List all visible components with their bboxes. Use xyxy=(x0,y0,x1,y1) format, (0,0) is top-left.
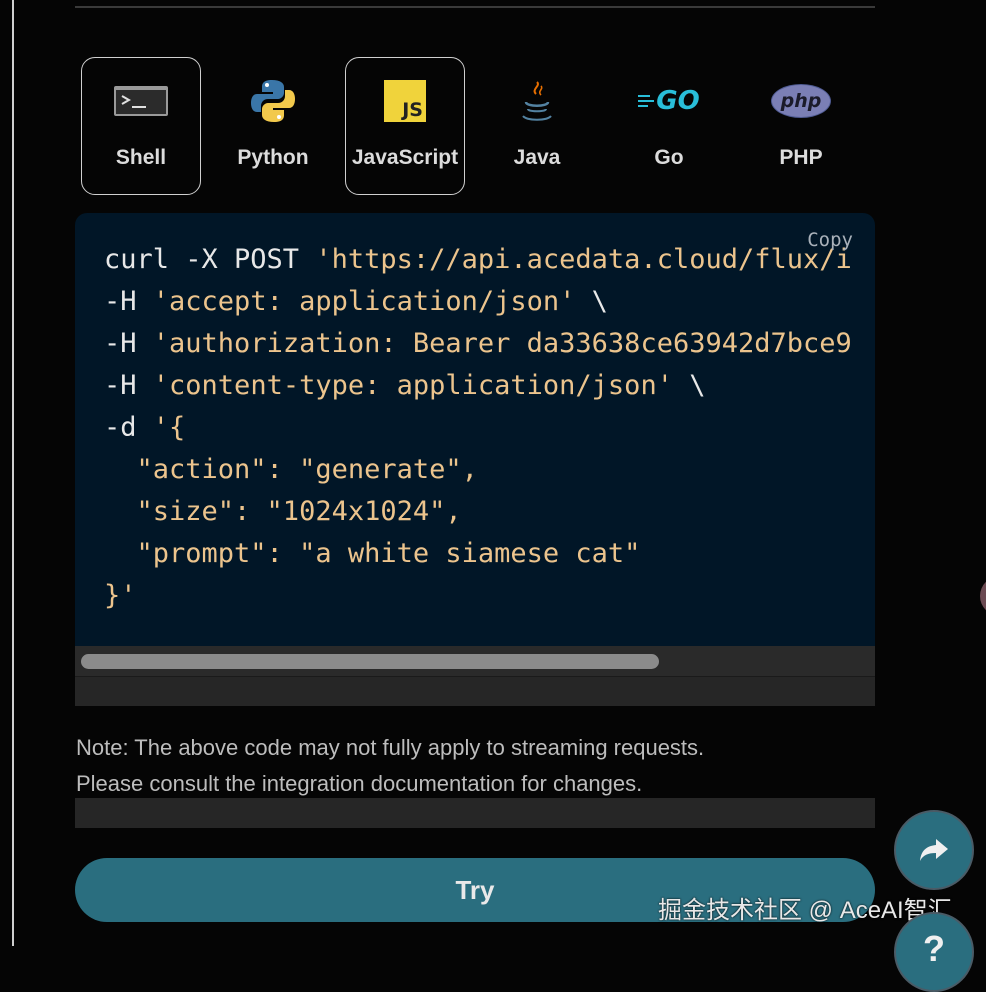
code-block: curl -X POST 'https://api.acedata.cloud/… xyxy=(75,213,875,646)
code-line: -H 'content-type: application/json' \ xyxy=(104,370,706,401)
tab-javascript[interactable]: JS JavaScript xyxy=(345,57,465,195)
language-tabs: Shell Python JS JavaScript Java GO Go ph… xyxy=(81,57,881,195)
python-icon xyxy=(214,76,332,126)
note-line-2: Please consult the integration documenta… xyxy=(76,771,643,796)
code-line: curl -X POST 'https://api.acedata.cloud/… xyxy=(104,244,852,275)
side-avatar[interactable] xyxy=(980,576,986,616)
php-icon: php xyxy=(742,76,860,126)
streaming-note: Note: The above code may not fully apply… xyxy=(76,730,876,802)
left-border xyxy=(12,0,14,946)
try-button-label: Try xyxy=(455,874,495,905)
tab-java-label: Java xyxy=(513,146,561,169)
tab-python-label: Python xyxy=(237,146,309,169)
javascript-icon: JS xyxy=(346,76,464,126)
share-icon xyxy=(920,839,948,861)
code-content: curl -X POST 'https://api.acedata.cloud/… xyxy=(104,239,852,617)
top-divider xyxy=(75,6,875,8)
share-button[interactable] xyxy=(894,810,974,890)
code-line: "prompt": "a white siamese cat" xyxy=(104,538,641,569)
tab-python[interactable]: Python xyxy=(213,57,333,195)
code-line: "size": "1024x1024", xyxy=(104,496,462,527)
code-line: "action": "generate", xyxy=(104,454,478,485)
horizontal-scrollbar[interactable] xyxy=(75,646,875,676)
code-footer-bar xyxy=(75,676,875,706)
code-line: -H 'authorization: Bearer da33638ce63942… xyxy=(104,328,852,359)
tab-php[interactable]: php PHP xyxy=(741,57,861,195)
help-icon: ? xyxy=(923,928,945,969)
tab-php-label: PHP xyxy=(779,146,823,169)
tab-java[interactable]: Java xyxy=(477,57,597,195)
code-line: -H 'accept: application/json' \ xyxy=(104,286,608,317)
tab-javascript-label: JavaScript xyxy=(351,146,459,169)
javascript-icon-text: JS xyxy=(402,99,423,121)
tab-shell-label: Shell xyxy=(115,146,167,169)
code-line: }' xyxy=(104,580,137,611)
tab-go[interactable]: GO Go xyxy=(609,57,729,195)
help-button[interactable]: ? xyxy=(894,912,974,992)
code-line: -d '{ xyxy=(104,412,186,443)
php-icon-text: php xyxy=(780,90,822,112)
java-icon xyxy=(478,76,596,126)
scrollbar-thumb[interactable] xyxy=(81,654,659,669)
go-icon-text: GO xyxy=(656,86,700,116)
note-line-1: Note: The above code may not fully apply… xyxy=(76,735,705,760)
watermark: 掘金技术社区 @ AceAI智汇 xyxy=(658,897,952,924)
note-bar xyxy=(75,798,875,828)
terminal-icon xyxy=(82,76,200,126)
copy-button[interactable]: Copy xyxy=(807,229,853,251)
tab-go-label: Go xyxy=(654,146,684,169)
go-icon: GO xyxy=(610,76,728,126)
tab-shell[interactable]: Shell xyxy=(81,57,201,195)
